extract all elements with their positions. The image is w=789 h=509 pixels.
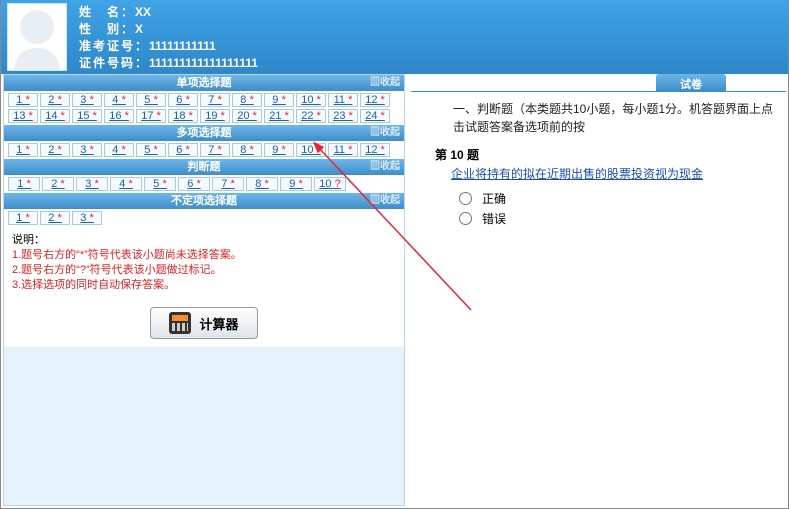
section-title: 单项选择题	[177, 77, 232, 89]
question-link[interactable]: 1 *	[8, 93, 38, 107]
question-link[interactable]: 22 *	[296, 109, 326, 123]
question-link[interactable]: 6 *	[168, 143, 198, 157]
question-link[interactable]: 2 *	[40, 211, 70, 225]
question-link[interactable]: 3 *	[72, 143, 102, 157]
avatar	[7, 3, 67, 71]
collapse-button[interactable]: ▥收起	[370, 125, 400, 141]
section-title: 不定项选择题	[171, 195, 237, 207]
question-link[interactable]: 3 *	[76, 177, 108, 191]
ticket-value: 11111111111	[149, 39, 216, 53]
section-multi-choice-header: 多项选择题 ▥收起	[4, 125, 404, 141]
question-link[interactable]: 11 *	[328, 143, 358, 157]
question-link[interactable]: 2 *	[40, 143, 70, 157]
question-link[interactable]: 19 *	[200, 109, 230, 123]
calculator-label: 计算器	[199, 314, 238, 333]
notes-line: 1.题号右方的“*”符号代表该小题尚未选择答案。	[12, 248, 396, 263]
question-panel: 试卷 一、判断题（本类题共10小题，每小题1分。机答题界面上点击试题答案备选项前…	[411, 74, 786, 506]
section-description: 一、判断题（本类题共10小题，每小题1分。机答题界面上点击试题答案备选项前的按	[411, 92, 786, 142]
question-link[interactable]: 9 *	[280, 177, 312, 191]
gender-value: X	[135, 22, 143, 36]
notes-line: 3.选择选项的同时自动保存答案。	[12, 278, 396, 293]
section-single-choice-grid: 1 *2 *3 *4 *5 *6 *7 *8 *9 *10 *11 *12 * 1…	[4, 91, 404, 125]
question-link[interactable]: 11 *	[328, 93, 358, 107]
question-link[interactable]: 9 *	[264, 143, 294, 157]
option-wrong[interactable]: 错误	[459, 208, 776, 228]
question-link[interactable]: 13 *	[8, 109, 38, 123]
tab-paper[interactable]: 试卷	[656, 74, 726, 91]
section-judge-grid: 1 *2 *3 *4 *5 *6 *7 *8 *9 *10 ?	[4, 175, 404, 193]
question-link[interactable]: 8 *	[232, 143, 262, 157]
question-link[interactable]: 8 *	[246, 177, 278, 191]
question-link[interactable]: 9 *	[264, 93, 294, 107]
header-bar: 姓 名：XX 性 别：X 准考证号：11111111111 证件号码：11111…	[1, 0, 788, 74]
section-indef-choice-header: 不定项选择题 ▥收起	[4, 193, 404, 209]
question-text: 企业将持有的拟在近期出售的股票投资视为现金	[411, 165, 786, 186]
calculator-button[interactable]: 计算器	[150, 307, 257, 339]
question-link[interactable]: 15 *	[72, 109, 102, 123]
collapse-button[interactable]: ▥收起	[370, 159, 400, 175]
question-link[interactable]: 7 *	[200, 143, 230, 157]
legend-notes: 说明： 1.题号右方的“*”符号代表该小题尚未选择答案。 2.题号右方的“?”符…	[4, 227, 404, 299]
id-value: 111111111111111111	[149, 56, 258, 70]
question-link[interactable]: 10 ?	[314, 177, 346, 191]
section-judge-header: 判断题 ▥收起	[4, 159, 404, 175]
id-label: 证件号码：	[79, 56, 149, 70]
question-link[interactable]: 4 *	[104, 93, 134, 107]
question-link[interactable]: 5 *	[144, 177, 176, 191]
question-nav-panel: 单项选择题 ▥收起 1 *2 *3 *4 *5 *6 *7 *8 *9 *10 …	[3, 74, 405, 506]
section-title: 多项选择题	[177, 127, 232, 139]
question-link[interactable]: 18 *	[168, 109, 198, 123]
question-link[interactable]: 4 *	[110, 177, 142, 191]
collapse-button[interactable]: ▥收起	[370, 193, 400, 209]
question-link[interactable]: 5 *	[136, 93, 166, 107]
question-link[interactable]: 6 *	[168, 93, 198, 107]
radio-correct[interactable]	[459, 192, 472, 205]
question-link[interactable]: 20 *	[232, 109, 262, 123]
question-link[interactable]: 1 *	[8, 177, 40, 191]
question-link[interactable]: 10 *	[296, 93, 326, 107]
question-link[interactable]: 2 *	[40, 93, 70, 107]
radio-wrong[interactable]	[459, 212, 472, 225]
question-link[interactable]: 1 *	[8, 211, 38, 225]
question-link[interactable]: 14 *	[40, 109, 70, 123]
option-correct[interactable]: 正确	[459, 188, 776, 208]
question-link[interactable]: 24 *	[360, 109, 390, 123]
question-link[interactable]: 23 *	[328, 109, 358, 123]
question-link[interactable]: 21 *	[264, 109, 294, 123]
candidate-info: 姓 名：XX 性 别：X 准考证号：11111111111 证件号码：11111…	[73, 0, 264, 74]
question-link[interactable]: 1 *	[8, 143, 38, 157]
name-label: 姓 名：	[79, 5, 135, 19]
calculator-icon	[169, 312, 191, 334]
notes-head: 说明：	[12, 233, 396, 248]
option-label: 正确	[482, 190, 506, 207]
question-link[interactable]: 16 *	[104, 109, 134, 123]
question-link[interactable]: 12 *	[360, 143, 390, 157]
question-link[interactable]: 2 *	[42, 177, 74, 191]
question-link[interactable]: 17 *	[136, 109, 166, 123]
question-link[interactable]: 7 *	[212, 177, 244, 191]
name-value: XX	[135, 5, 151, 19]
section-single-choice-header: 单项选择题 ▥收起	[4, 75, 404, 91]
notes-line: 2.题号右方的“?”符号代表该小题做过标记。	[12, 263, 396, 278]
question-link[interactable]: 4 *	[104, 143, 134, 157]
section-title: 判断题	[188, 161, 221, 173]
section-indef-choice-grid: 1 *2 *3 *	[4, 209, 404, 227]
question-link[interactable]: 12 *	[360, 93, 390, 107]
question-link[interactable]: 8 *	[232, 93, 262, 107]
question-link[interactable]: 7 *	[200, 93, 230, 107]
question-link[interactable]: 3 *	[72, 93, 102, 107]
option-label: 错误	[482, 210, 506, 227]
question-link[interactable]: 5 *	[136, 143, 166, 157]
question-link[interactable]: 6 *	[178, 177, 210, 191]
question-link[interactable]: 3 *	[72, 211, 102, 225]
section-multi-choice-grid: 1 *2 *3 *4 *5 *6 *7 *8 *9 *10 *11 *12 *	[4, 141, 404, 159]
question-link[interactable]: 10 *	[296, 143, 326, 157]
question-number: 第 10 题	[411, 142, 786, 165]
ticket-label: 准考证号：	[79, 39, 149, 53]
gender-label: 性 别：	[79, 22, 135, 36]
collapse-button[interactable]: ▥收起	[370, 75, 400, 91]
